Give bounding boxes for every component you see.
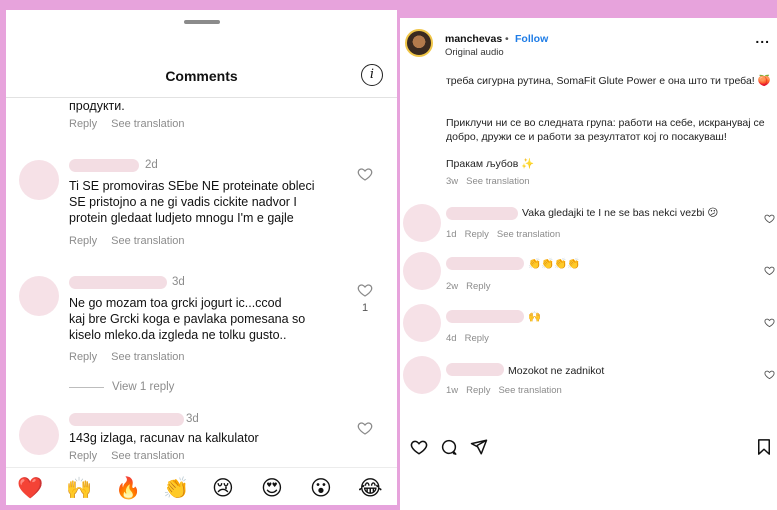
avatar[interactable]: [19, 415, 59, 455]
see-translation-button[interactable]: See translation: [498, 385, 561, 396]
reply-button[interactable]: Reply: [69, 118, 97, 130]
bookmark-icon[interactable]: [755, 438, 773, 456]
comments-sheet: Comments i продукти. Reply See translatio…: [6, 10, 397, 505]
heart-icon[interactable]: [357, 420, 373, 436]
username-redacted[interactable]: [69, 159, 139, 172]
divider: [69, 387, 104, 388]
avatar[interactable]: [405, 29, 433, 57]
caption-meta: 3w See translation: [446, 176, 530, 187]
drag-handle[interactable]: [184, 20, 220, 24]
avatar[interactable]: [403, 304, 441, 342]
clapping-hands-emoji-icon[interactable]: 👏: [163, 477, 189, 501]
caption-text: Приклучи ни се во следната група: работи…: [446, 117, 765, 143]
see-translation-button[interactable]: See translation: [111, 118, 184, 130]
caption-time: 3w: [446, 176, 459, 187]
avatar[interactable]: [19, 160, 59, 200]
comment-time: 2w: [446, 281, 459, 292]
comment-meta: 2w Reply: [446, 281, 490, 292]
follow-button[interactable]: Follow: [515, 33, 548, 45]
username-redacted[interactable]: [446, 310, 524, 323]
see-translation-button[interactable]: See translation: [111, 351, 184, 363]
username-redacted[interactable]: [446, 363, 504, 376]
heart-icon[interactable]: [764, 317, 775, 328]
separator-dot: •: [505, 33, 509, 45]
comment-text: 👏👏👏👏: [528, 258, 581, 270]
comment-meta: Reply See translation: [69, 450, 185, 462]
comment-meta: 1w Reply See translation: [446, 385, 562, 396]
reply-button[interactable]: Reply: [69, 351, 97, 363]
heart-icon[interactable]: [410, 438, 428, 456]
view-replies-button[interactable]: View 1 reply: [112, 381, 174, 393]
comments-header: Comments i: [6, 52, 397, 98]
crying-face-emoji-icon[interactable]: 😢: [212, 477, 234, 501]
comment-text: Ne go mozam toa grcki jogurt ic...ccod k…: [69, 296, 306, 342]
post-username[interactable]: manchevas: [445, 33, 502, 45]
username-redacted[interactable]: [69, 413, 184, 426]
post-panel: manchevas • Follow Original audio ... тр…: [400, 18, 777, 510]
emoji-reaction-bar: ❤️ 🙌 🔥 👏 😢 😍 😮 😂: [6, 467, 397, 505]
comment-text: Ti SE promoviras SEbe NE proteinate oblе…: [69, 179, 315, 225]
heart-eyes-emoji-icon[interactable]: 😍: [261, 477, 283, 501]
comment-meta: Reply See translation: [69, 351, 185, 363]
reply-button[interactable]: Reply: [69, 450, 97, 462]
tears-of-joy-emoji-icon[interactable]: 😂: [358, 477, 383, 501]
reply-button[interactable]: Reply: [465, 229, 489, 240]
comment-meta: Reply See translation: [69, 235, 185, 247]
username-redacted[interactable]: [446, 207, 518, 220]
comment-time: 3d: [172, 276, 185, 288]
comment-time: 2d: [145, 159, 158, 171]
username-redacted[interactable]: [69, 276, 167, 289]
heart-icon[interactable]: [764, 369, 775, 380]
comment-icon[interactable]: [440, 438, 458, 456]
comment-text: 🙌: [528, 311, 542, 323]
reply-button[interactable]: Reply: [466, 281, 490, 292]
avatar[interactable]: [403, 356, 441, 394]
avatar[interactable]: [403, 252, 441, 290]
avatar[interactable]: [403, 204, 441, 242]
comment-text: Vaka gledajki te I ne se bas nekci vezbi…: [522, 207, 719, 219]
comment-time: 1w: [446, 385, 459, 396]
see-translation-button[interactable]: See translation: [111, 235, 184, 247]
comment-text: Mozokot ne zadnikot: [508, 365, 605, 377]
more-options-icon[interactable]: ...: [755, 30, 770, 46]
comment-time: 3d: [186, 413, 199, 425]
reply-button[interactable]: Reply: [466, 385, 490, 396]
comment-meta: Reply See translation: [69, 118, 185, 130]
comments-title: Comments: [165, 68, 238, 84]
caption-text: треба сигурна рутина, SomaFit Glute Powe…: [446, 75, 771, 87]
raising-hands-emoji-icon[interactable]: 🙌: [66, 477, 92, 501]
comment-meta: 4d Reply: [446, 333, 489, 344]
reply-button[interactable]: Reply: [465, 333, 489, 344]
username-redacted[interactable]: [446, 257, 524, 270]
heart-icon[interactable]: [357, 166, 373, 182]
see-translation-button[interactable]: See translation: [111, 450, 184, 462]
heart-icon[interactable]: [357, 282, 373, 298]
heart-icon[interactable]: [764, 265, 775, 276]
see-translation-button[interactable]: See translation: [466, 176, 529, 187]
comment-time: 4d: [446, 333, 457, 344]
heart-icon[interactable]: [764, 213, 775, 224]
comment-meta: 1d Reply See translation: [446, 229, 560, 240]
info-icon[interactable]: i: [361, 64, 383, 86]
share-icon[interactable]: [470, 438, 488, 456]
avatar[interactable]: [19, 276, 59, 316]
caption-text: Пракам љубов ✨: [446, 158, 535, 170]
open-mouth-emoji-icon[interactable]: 😮: [310, 477, 332, 501]
reply-button[interactable]: Reply: [69, 235, 97, 247]
audio-label[interactable]: Original audio: [445, 47, 504, 58]
red-heart-emoji-icon[interactable]: ❤️: [17, 477, 43, 501]
like-count: 1: [362, 302, 369, 314]
comment-text: 143g izlaga, racunav na kalkulator: [69, 431, 259, 445]
comment-time: 1d: [446, 229, 457, 240]
fire-emoji-icon[interactable]: 🔥: [115, 477, 141, 501]
see-translation-button[interactable]: See translation: [497, 229, 560, 240]
comment-text: продукти.: [69, 99, 125, 113]
